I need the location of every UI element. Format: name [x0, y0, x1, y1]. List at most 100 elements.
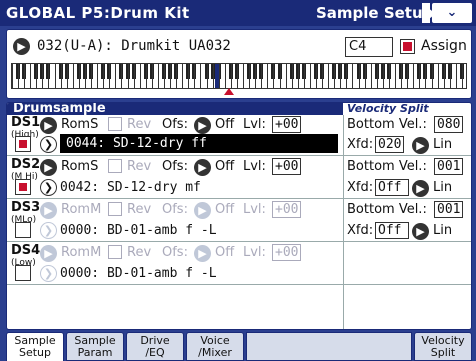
ds3-sample[interactable]: 0000: BD-01-amb f -L	[60, 223, 217, 238]
ds1-xfd[interactable]: 020	[375, 136, 405, 153]
tab-sample-setup[interactable]: Sample Setup	[6, 332, 64, 361]
arrow-right-icon: ▶	[44, 204, 53, 217]
white-key-divider	[121, 64, 123, 88]
assign-label: Assign	[421, 38, 467, 54]
selected-key[interactable]	[215, 64, 219, 88]
ds4-sample[interactable]: 0000: BD-01-amb f -L	[60, 266, 217, 281]
ds1-bottom-vel[interactable]: 080	[434, 116, 464, 133]
ds2-bottom-vel-label: Bottom Vel.:	[347, 159, 427, 174]
ds4-on-button[interactable]	[15, 265, 31, 281]
tab-velocity-split[interactable]: Velocity Split	[414, 332, 472, 361]
ds2-on-button[interactable]	[15, 179, 31, 195]
ds3-ofs-button[interactable]: ▶	[194, 202, 211, 219]
ds4-lvl-value[interactable]: +00	[272, 244, 302, 261]
ds2-sample-button[interactable]: ❯	[40, 179, 57, 196]
ds3-bank-button[interactable]: ▶	[40, 202, 57, 219]
ds4-rev-checkbox[interactable]	[108, 245, 122, 259]
ds1-ofs-value[interactable]: Off	[215, 117, 234, 132]
white-key-divider	[382, 64, 384, 88]
ds4-bank-button[interactable]: ▶	[40, 245, 57, 262]
white-key-divider	[24, 64, 26, 88]
ds4-ofs-label: Ofs:	[162, 245, 188, 260]
ds1-bottom-vel-label: Bottom Vel.:	[347, 117, 427, 132]
ds2-curve[interactable]: Lin	[433, 180, 452, 195]
section-title: Sample Setup	[316, 4, 434, 22]
tab-voice-mixer[interactable]: Voice/Mixer	[186, 332, 244, 361]
tab-sample-param[interactable]: Sample Param	[66, 332, 124, 361]
white-key-divider	[267, 64, 269, 88]
ds1-rev-checkbox[interactable]	[108, 117, 122, 131]
white-key-divider	[376, 64, 378, 88]
white-key-divider	[30, 64, 32, 88]
ds3-label-text: DS3	[11, 200, 41, 215]
ds1-curve[interactable]: Lin	[433, 137, 452, 152]
white-key-divider	[78, 64, 80, 88]
ds1-sample[interactable]: 0044: SD-12-dry ff	[60, 134, 338, 153]
white-key-divider	[273, 64, 275, 88]
ds1-ofs-button[interactable]: ▶	[194, 117, 211, 134]
arrow-right-icon: ▶	[416, 182, 425, 195]
white-key-divider	[103, 64, 105, 88]
ds3-curve[interactable]: Lin	[433, 223, 452, 238]
white-key-divider	[18, 64, 20, 88]
ds2-xfd[interactable]: Off	[375, 179, 409, 196]
ds3-bank[interactable]: RomM	[61, 202, 101, 217]
drumsample-panel: Drumsample Velocity Split DS1 (High) ▶ Ro…	[6, 102, 472, 330]
keyboard[interactable]	[11, 63, 467, 89]
ds2-label-text: DS2	[11, 157, 41, 172]
ds2-bank[interactable]: RomS	[61, 159, 98, 174]
ds3-sample-button[interactable]: ❯	[40, 222, 57, 239]
screen: GLOBAL P5:Drum Kit Sample Setup ⌄ ▶ 032(…	[0, 0, 476, 361]
ds3-bottom-vel[interactable]: 001	[434, 201, 464, 218]
ds2-ofs-button[interactable]: ▶	[194, 159, 211, 176]
ds4-ofs-button[interactable]: ▶	[194, 245, 211, 262]
ds2-lvl-value[interactable]: +00	[272, 158, 302, 175]
kit-select-button[interactable]: ▶	[13, 38, 30, 55]
ds2-ofs-value[interactable]: Off	[215, 159, 234, 174]
ds3-bottom-vel-label: Bottom Vel.:	[347, 202, 427, 217]
white-key-divider	[455, 64, 457, 88]
ds3-lvl-label: Lvl:	[243, 202, 266, 217]
white-key-divider	[346, 64, 348, 88]
ds4-bank[interactable]: RomM	[61, 245, 101, 260]
ds1-sample-button[interactable]: ❯	[40, 136, 57, 153]
ds3-xfd[interactable]: Off	[375, 222, 409, 239]
white-key-divider	[388, 64, 390, 88]
white-key-divider	[316, 64, 317, 88]
drumsample-header-title: Drumsample	[13, 102, 106, 116]
ds2-rev-checkbox[interactable]	[108, 159, 122, 173]
ds2-bottom-vel[interactable]: 001	[434, 158, 464, 175]
white-key-divider	[145, 64, 147, 88]
ds4-ofs-value[interactable]: Off	[215, 245, 234, 260]
ds3-ofs-value[interactable]: Off	[215, 202, 234, 217]
white-key-divider	[401, 64, 403, 88]
ds4-sample-button[interactable]: ❯	[40, 265, 57, 282]
white-key-divider	[194, 64, 196, 88]
ds1-on-button[interactable]	[15, 136, 31, 152]
tab-drive-eq[interactable]: Drive/EQ	[126, 332, 184, 361]
ds3-curve-button[interactable]: ▶	[412, 223, 429, 240]
ds1-curve-button[interactable]: ▶	[412, 137, 429, 154]
white-key-divider	[425, 64, 427, 88]
tab-line2: Param	[77, 346, 113, 359]
ds3-lvl-value[interactable]: +00	[272, 201, 302, 218]
ds1-bank[interactable]: RomS	[61, 117, 98, 132]
ds3-rev-checkbox[interactable]	[108, 202, 122, 216]
row-divider	[7, 284, 471, 285]
ds2-sample[interactable]: 0042: SD-12-dry mf	[60, 180, 201, 195]
ds3-on-button[interactable]	[15, 222, 31, 238]
ds1-lvl-value[interactable]: +00	[272, 116, 302, 133]
ds2-bank-button[interactable]: ▶	[40, 159, 57, 176]
white-key-divider	[48, 64, 50, 88]
white-key-divider	[200, 64, 202, 88]
arrow-right-icon: ▶	[44, 161, 53, 174]
ds1-bank-button[interactable]: ▶	[40, 117, 57, 134]
assign-checkbox[interactable]	[400, 39, 415, 54]
white-key-divider	[97, 64, 99, 88]
key-field[interactable]: C4	[345, 37, 393, 57]
velocity-divider	[343, 115, 344, 329]
white-key-divider	[157, 64, 159, 88]
ds2-curve-button[interactable]: ▶	[412, 180, 429, 197]
page-menu-button[interactable]: ⌄	[432, 3, 472, 23]
kit-name[interactable]: 032(U-A): Drumkit UA032	[37, 38, 231, 54]
